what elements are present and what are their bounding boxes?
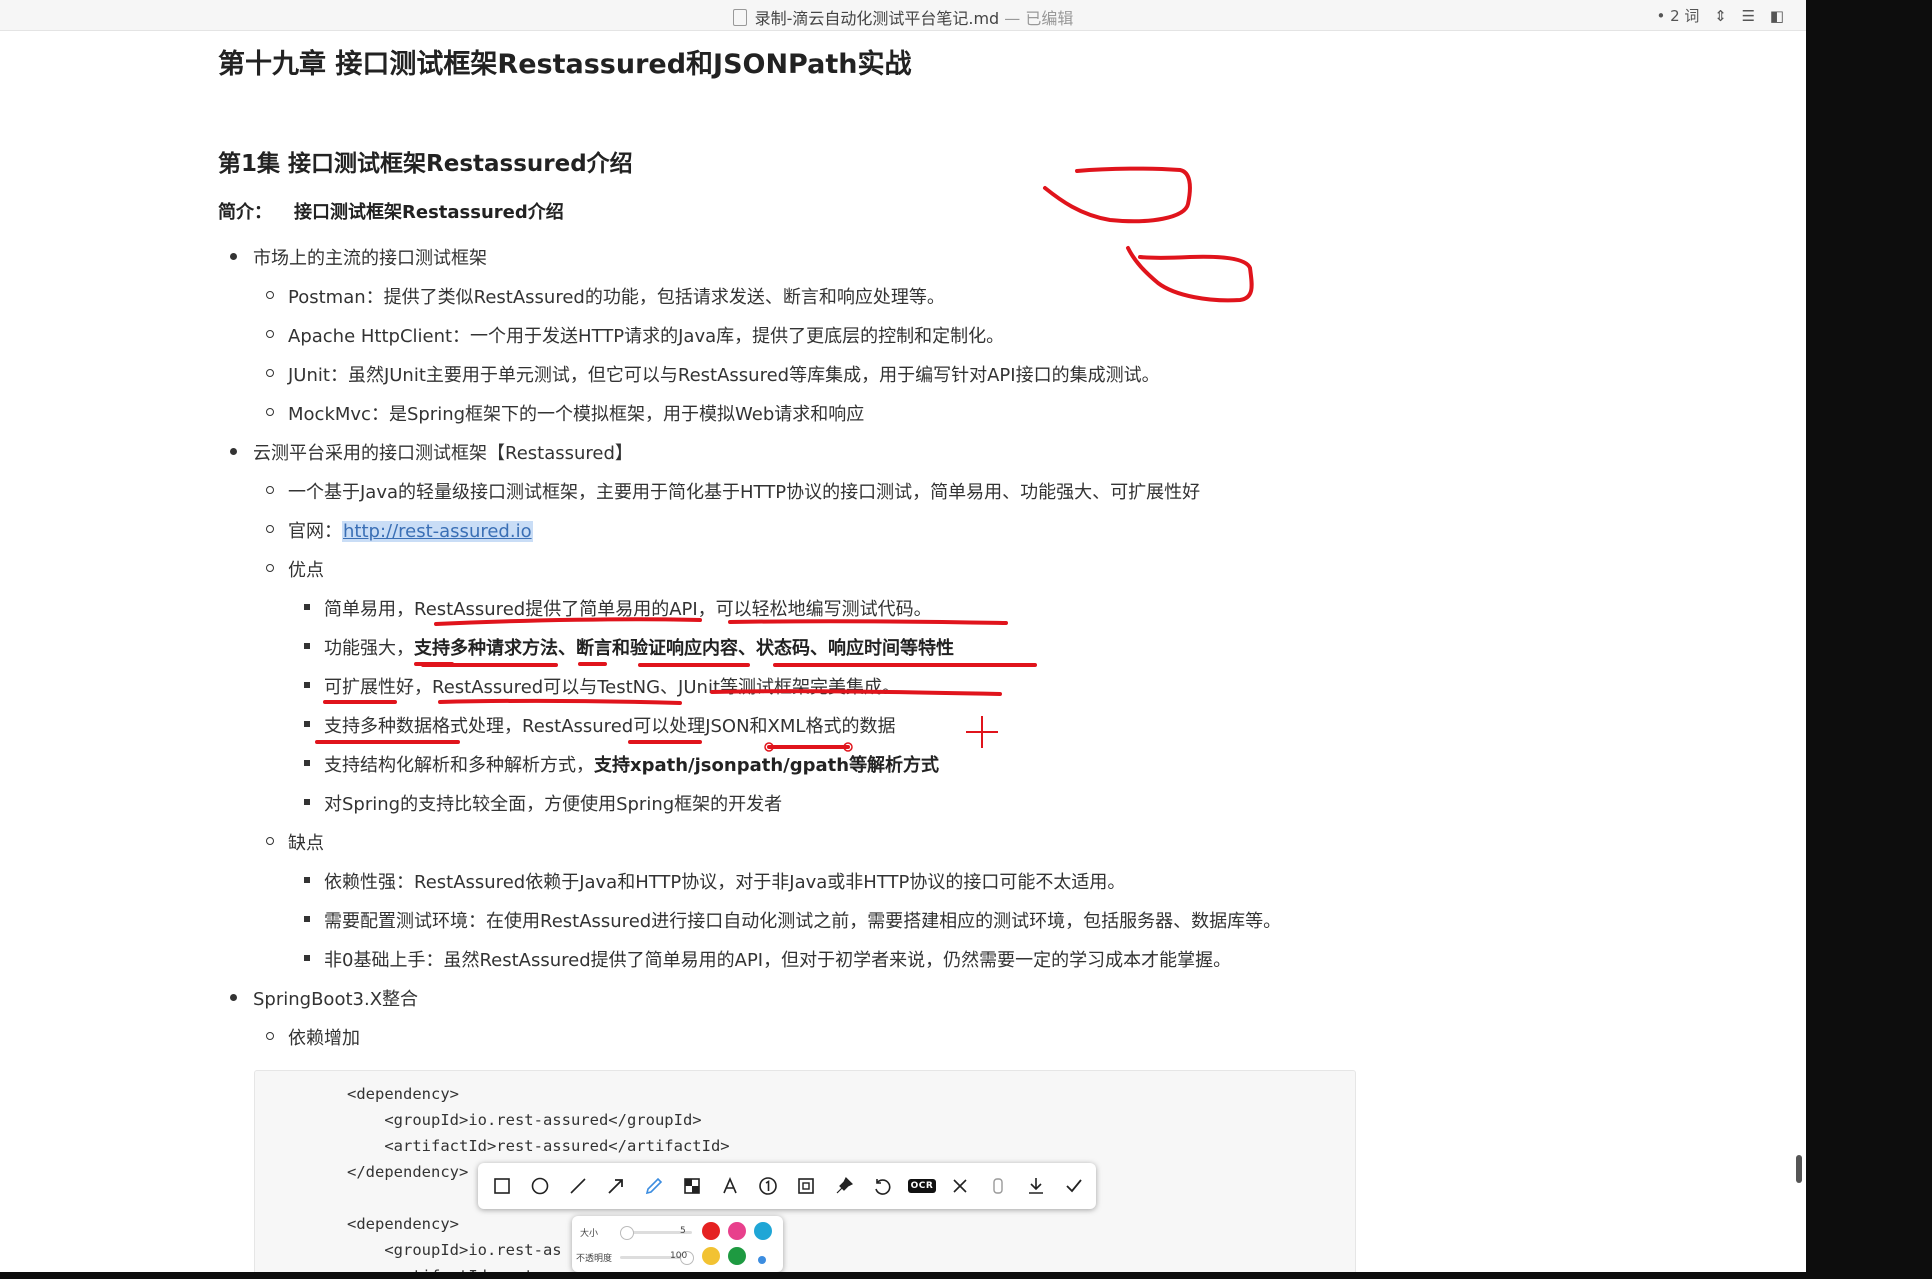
close-icon[interactable] (946, 1172, 974, 1200)
list-item: 一个基于Java的轻量级接口测试框架，主要用于简化基于HTTP协议的接口测试，简… (265, 478, 1200, 504)
list-item: 市场上的主流的接口测试框架 (230, 244, 487, 270)
list-item: 缺点 (266, 829, 324, 855)
pin-icon[interactable] (830, 1172, 858, 1200)
list-item: 简单易用，RestAssured提供了简单易用的API，可以轻松地编写测试代码。 (304, 595, 932, 621)
pen-settings-panel: 大小 5 不透明度 100 (572, 1216, 783, 1272)
word-count[interactable]: • 2 词 (1657, 7, 1700, 25)
ellipse-icon[interactable] (526, 1172, 554, 1200)
line-icon[interactable] (564, 1172, 592, 1200)
undo-icon[interactable] (868, 1172, 896, 1200)
list-item: 云测平台采用的接口测试框架【Restassured】 (230, 439, 633, 465)
size-value: 5 (680, 1226, 686, 1236)
screen-edge (0, 1272, 1932, 1279)
ocr-icon[interactable]: OCR (907, 1172, 937, 1200)
list-item: 依赖增加 (266, 1024, 360, 1050)
sidebar-toggle-icon[interactable]: ◧ (1770, 7, 1784, 25)
window-title: 录制-滴云自动化测试平台笔记.md — 已编辑 (0, 5, 1806, 29)
document-icon (732, 9, 747, 26)
list-item: 对Spring的支持比较全面，方便使用Spring框架的开发者 (303, 790, 782, 816)
title-bar-right: • 2 词 ⇕ ☰ ◧ (1647, 5, 1785, 26)
mosaic-icon[interactable] (678, 1172, 706, 1200)
download-icon[interactable] (1022, 1172, 1050, 1200)
pros-text: 支持结构化解析和多种解析方式， (324, 755, 594, 776)
list-item: MockMvc：是Spring框架下的一个模拟框架，用于模拟Web请求和响应 (265, 400, 864, 426)
list-item: 依赖性强：RestAssured依赖于Java和HTTP协议，对于非Java或非… (303, 868, 1125, 894)
list-item: Apache HttpClient：一个用于发送HTTP请求的Java库，提供了… (265, 322, 1004, 348)
edited-status: — 已编辑 (1004, 9, 1074, 28)
list-item: JUnit：虽然JUnit主要用于单元测试，但它可以与RestAssured等库… (266, 361, 1160, 387)
file-name: 录制-滴云自动化测试平台笔记.md (754, 9, 1000, 28)
arrow-icon[interactable] (602, 1172, 630, 1200)
confirm-icon[interactable] (1060, 1172, 1088, 1200)
color-swatch-green[interactable] (728, 1247, 746, 1265)
list-item: 需要配置测试环境：在使用RestAssured进行接口自动化测试之前，需要搭建相… (303, 907, 1281, 933)
title-bar: 录制-滴云自动化测试平台笔记.md — 已编辑 • 2 词 ⇕ ☰ ◧ (0, 0, 1806, 31)
pen-icon[interactable] (640, 1172, 668, 1200)
list-item: 功能强大，支持多种请求方法、断言和验证响应内容、状态码、响应时间等特性 (304, 634, 954, 660)
list-item: 支持结构化解析和多种解析方式，支持xpath/jsonpath/gpath等解析… (303, 751, 940, 777)
color-swatch-red[interactable] (702, 1222, 720, 1240)
site-link[interactable]: http://rest-assured.io (342, 521, 533, 542)
opacity-label: 不透明度 (576, 1254, 613, 1264)
annotation-toolbar: OCR (478, 1163, 1096, 1209)
number-icon[interactable] (754, 1172, 782, 1200)
chevron-updown-icon[interactable]: ⇕ (1714, 7, 1727, 25)
list-item: 支持多种数据格式处理，RestAssured可以处理JSON和XML格式的数据 (303, 712, 895, 738)
list-item: 可扩展性好，RestAssured可以与TestNG、JUnit等测试框架完美集… (304, 673, 900, 699)
chapter-heading: 第十九章 接口测试框架Restassured和JSONPath实战 (218, 49, 912, 80)
text-icon[interactable] (716, 1172, 744, 1200)
intro-text: 接口测试框架Restassured介绍 (294, 202, 564, 223)
intro-label: 简介： (218, 202, 272, 223)
color-swatch-pink[interactable] (728, 1222, 746, 1240)
frame-icon[interactable] (792, 1172, 820, 1200)
pros-bold-text: 支持多种请求方法、断言和验证响应内容、状态码、响应时间等特性 (414, 638, 954, 659)
size-label: 大小 (580, 1229, 599, 1239)
list-item: Postman：提供了类似RestAssured的功能，包括请求发送、断言和响应… (266, 283, 945, 309)
site-label: 官网： (288, 521, 342, 542)
pros-bold-text: 等解析方式 (849, 755, 940, 776)
scrollbar-thumb[interactable] (1796, 1155, 1802, 1183)
list-item: 优点 (266, 556, 324, 582)
color-swatch-cyan[interactable] (754, 1222, 772, 1240)
pros-bold-text: 支持xpath/jsonpath/gpath (594, 755, 850, 776)
color-swatch-blue[interactable] (758, 1256, 766, 1264)
list-item: 非0基础上手：虽然RestAssured提供了简单易用的API，但对于初学者来说… (303, 946, 1231, 972)
intro-line: 简介： 接口测试框架Restassured介绍 (218, 198, 564, 224)
list-icon[interactable]: ☰ (1742, 7, 1755, 25)
document-body[interactable]: 第十九章 接口测试框架Restassured和JSONPath实战 第1集 接口… (0, 30, 1806, 1272)
color-swatch-yellow[interactable] (702, 1247, 720, 1265)
slider-knob[interactable] (620, 1226, 634, 1240)
pros-text: 功能强大， (324, 638, 414, 659)
list-item: SpringBoot3.X整合 (229, 985, 418, 1011)
rectangle-icon[interactable] (488, 1172, 516, 1200)
section-heading: 第1集 接口测试框架Restassured介绍 (218, 151, 633, 177)
save-icon[interactable] (984, 1172, 1012, 1200)
opacity-value: 100 (670, 1251, 688, 1261)
ocr-label: OCR (907, 1179, 937, 1193)
list-item: 官网：http://rest-assured.io (266, 517, 533, 543)
screen-edge (1806, 0, 1932, 1279)
